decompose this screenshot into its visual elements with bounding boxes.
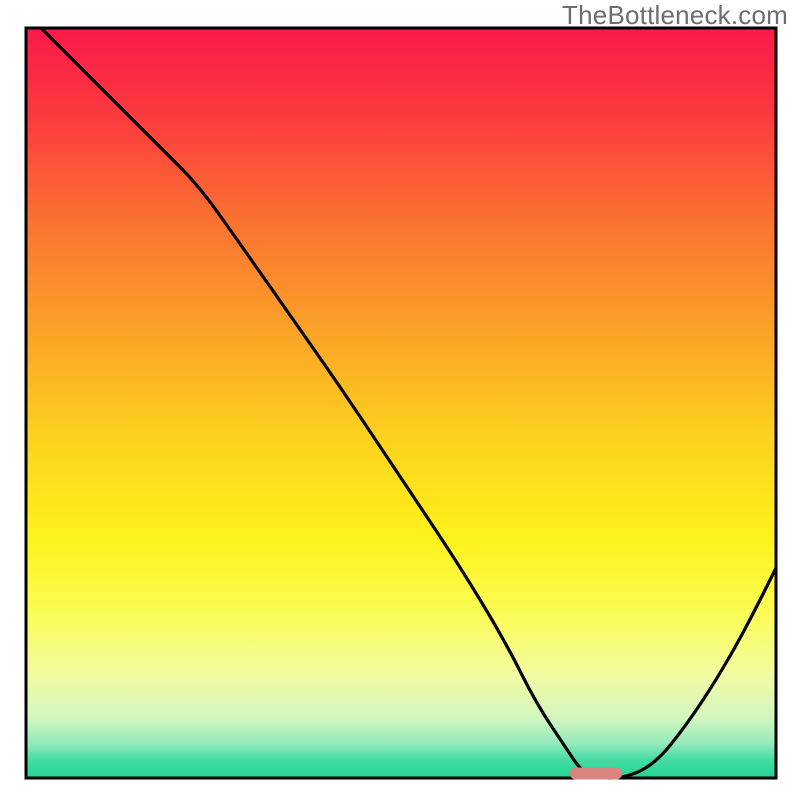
optimal-range-marker (570, 768, 623, 780)
plot-background (26, 28, 776, 778)
bottleneck-chart (0, 0, 800, 800)
chart-container: TheBottleneck.com (0, 0, 800, 800)
watermark-text: TheBottleneck.com (562, 0, 788, 31)
